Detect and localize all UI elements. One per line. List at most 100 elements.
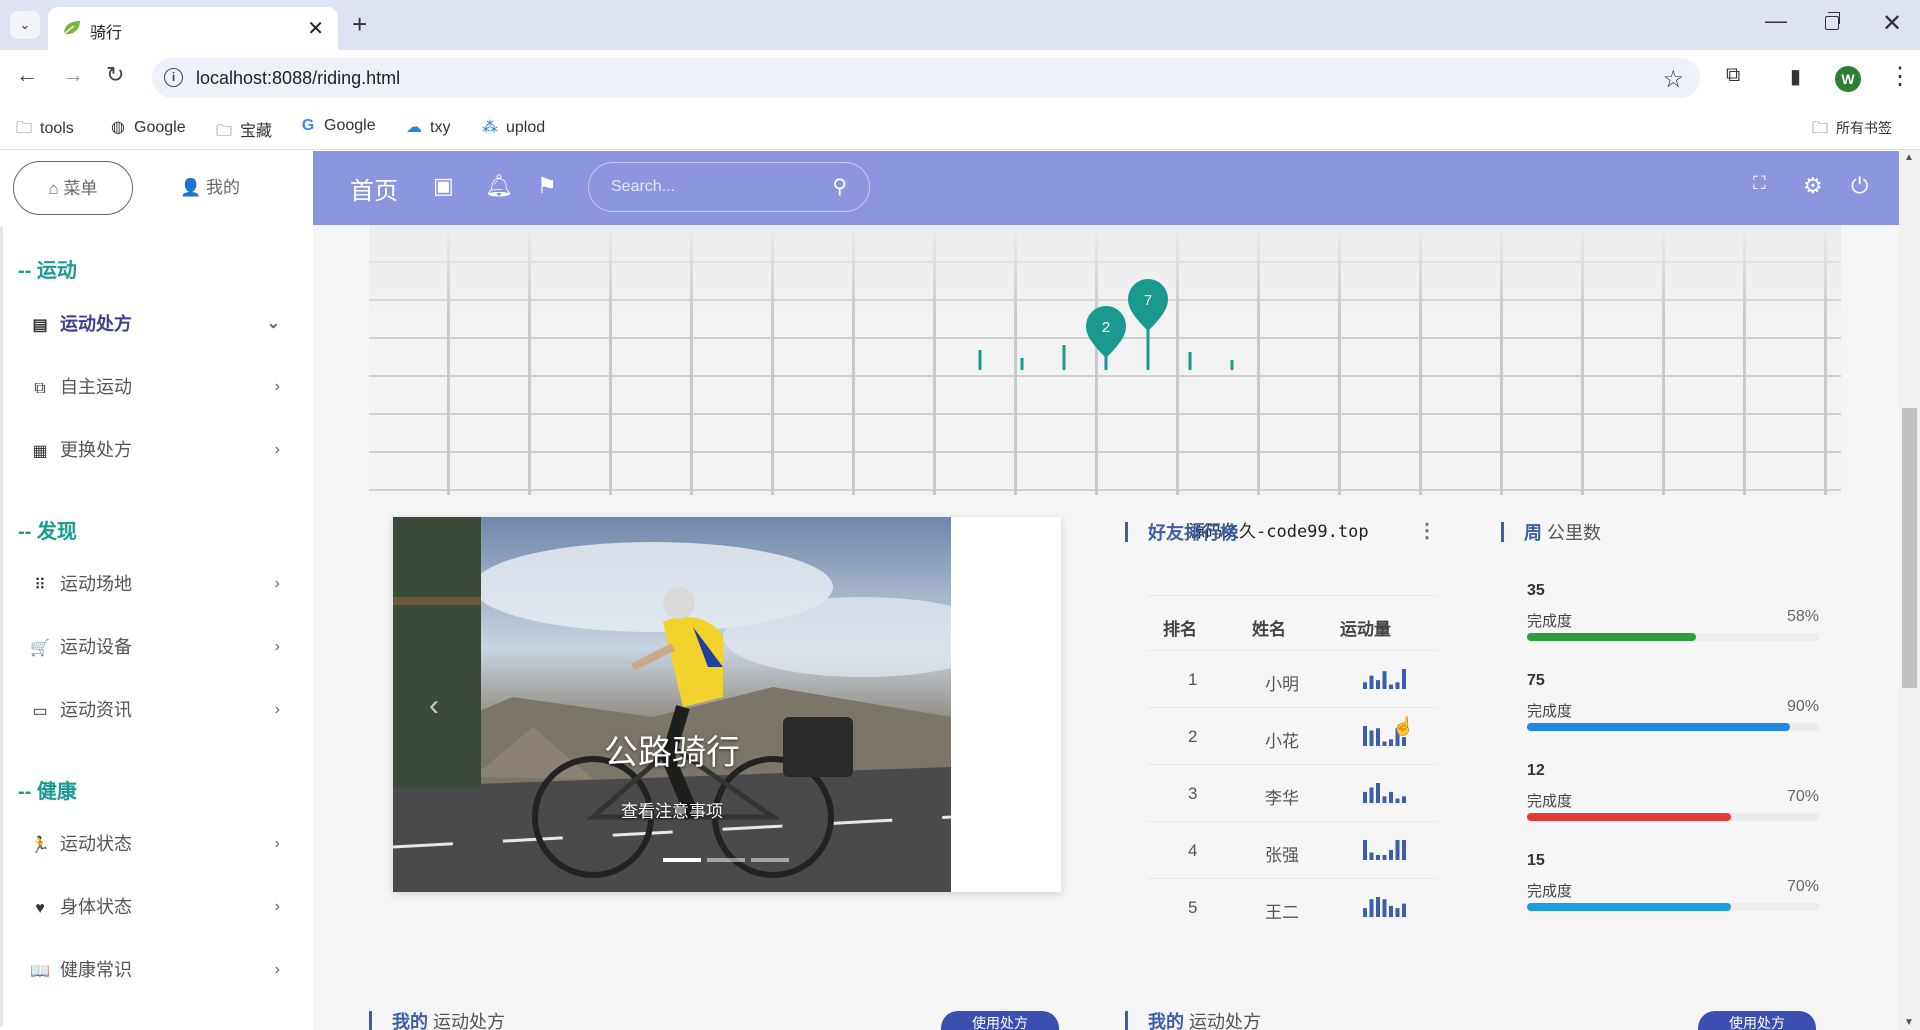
sidebar-section-sport: -- 运动 <box>18 260 77 282</box>
cart-icon: 🛒 <box>30 640 50 657</box>
page-scrollbar[interactable]: ▲ ▼ <box>1899 150 1920 1030</box>
sidebar-item-label: 运动设备 <box>60 637 132 657</box>
google-icon: G <box>301 117 315 134</box>
carousel-indicator-3[interactable] <box>751 858 789 862</box>
window-close-icon[interactable]: ✕ <box>1882 9 1902 38</box>
my-prescription-title-right: 我的 运动处方 <box>1125 1008 1261 1030</box>
url-text[interactable]: localhost:8088/riding.html <box>196 68 400 89</box>
sidebar-tab-menu[interactable]: ⌂ 菜单 <box>13 161 133 215</box>
sidebar-item-label: 身体状态 <box>60 897 132 917</box>
progress-fill <box>1527 633 1697 641</box>
tab-close-icon[interactable]: ✕ <box>307 16 324 41</box>
table-row: 4 张强 <box>1148 821 1438 878</box>
sidebar-item-label: 运动场地 <box>60 574 132 594</box>
progress-track <box>1527 903 1819 911</box>
rank-value: 4 <box>1188 841 1198 860</box>
fullscreen-icon[interactable]: ⛶ <box>1753 173 1766 194</box>
rank-value: 3 <box>1188 784 1198 803</box>
bookmark-tools[interactable]: 🗀 tools <box>14 117 74 144</box>
sidebar-item-self-exercise[interactable]: ⧉ 自主运动 › <box>30 367 280 407</box>
sidebar-item-venues[interactable]: ⠿ 运动场地 › <box>30 564 280 604</box>
search-box[interactable]: Search... ⚲ <box>588 162 870 212</box>
sidebar-item-sport-status[interactable]: 🏃 运动状态 › <box>30 824 280 864</box>
sparkline-bar <box>1402 840 1406 860</box>
more-options-icon[interactable]: ⋮ <box>1417 518 1437 543</box>
bookmark-uplod[interactable]: ⁂ uplod <box>480 117 545 137</box>
sparkline-bar <box>1389 905 1393 917</box>
power-icon[interactable]: ⏻ <box>1851 173 1868 199</box>
sidebar-item-change-prescription[interactable]: ▦ 更换处方 › <box>30 430 280 470</box>
use-prescription-button[interactable]: 使用处方 <box>1698 1011 1816 1030</box>
all-bookmarks[interactable]: 🗀 所有书签 <box>1810 117 1892 144</box>
weekly-card-title: 周 公里数 <box>1501 519 1601 545</box>
weekly-stat: 15 完成度 70% <box>1527 852 1819 911</box>
weekly-title-rest: 公里数 <box>1547 523 1602 543</box>
forward-icon[interactable]: → <box>62 62 84 88</box>
browser-tab[interactable]: 骑行 ✕ <box>48 7 338 50</box>
layout-icon[interactable]: ▣ <box>433 173 454 199</box>
marker-label: 7 <box>1144 292 1152 309</box>
sparkline-bar <box>1402 669 1406 689</box>
sidebar-item-news[interactable]: ▭ 运动资讯 › <box>30 690 280 730</box>
sidebar-item-equipment[interactable]: 🛒 运动设备 › <box>30 627 280 667</box>
browser-menu-icon[interactable]: ⋮ <box>1888 62 1912 91</box>
home-link[interactable]: 首页 <box>350 171 398 206</box>
bookmark-google[interactable]: ◍ Google <box>108 117 186 137</box>
stat-percent: 70% <box>1786 878 1819 895</box>
map-marker-2[interactable]: 2 <box>1086 306 1126 358</box>
sidebar-rail <box>0 226 3 1026</box>
progress-track <box>1527 723 1819 731</box>
progress-fill <box>1527 813 1732 821</box>
sidebar-item-prescription[interactable]: ▤ 运动处方 ⌄ <box>30 304 280 344</box>
sparkline-bar <box>1382 741 1387 746</box>
stat-value: 15 <box>1527 852 1545 869</box>
ranking-title: 好友排行榜 <box>1148 523 1238 543</box>
browser-toolbar: ← → ↻ i localhost:8088/riding.html ☆ ⧉ ▮ <box>0 50 1920 106</box>
section-title-strong: 我的 <box>392 1012 428 1030</box>
page-viewport: ⌂ 菜单 👤 我的 -- 运动 ▤ 运动处方 ⌄ ⧉ 自主运动 › ▦ 更换处方 › -- … <box>0 150 1920 1030</box>
carousel-slide[interactable]: 公路骑行 查看注意事项 ‹ <box>393 517 951 892</box>
carousel-prev-icon[interactable]: ‹ <box>429 689 439 723</box>
scrollbar-thumb[interactable] <box>1902 408 1917 688</box>
sidebar-item-health-knowledge[interactable]: 📖 健康常识 › <box>30 950 280 990</box>
sparkline <box>1363 783 1406 803</box>
carousel-indicator-1[interactable] <box>663 858 701 862</box>
use-prescription-button[interactable]: 使用处方 <box>941 1011 1059 1030</box>
bell-icon[interactable]: 🔔︎ <box>485 173 513 199</box>
progress-track <box>1527 813 1819 821</box>
bookmark-google-2[interactable]: G Google <box>298 117 376 135</box>
scroll-down-icon[interactable]: ▼ <box>1904 1017 1914 1028</box>
tab-list-button[interactable]: ⌄ <box>10 11 40 39</box>
chevron-right-icon: › <box>274 575 280 592</box>
sidebar-item-body-status[interactable]: ♥ 身体状态 › <box>30 887 280 927</box>
minimize-icon[interactable]: — <box>1765 8 1787 34</box>
profile-avatar[interactable]: W <box>1835 66 1861 92</box>
rank-value: 1 <box>1188 670 1198 689</box>
cluster-icon: ⁂ <box>482 119 498 136</box>
search-input[interactable]: Search... <box>611 178 675 196</box>
site-info-icon[interactable]: i <box>164 68 183 87</box>
search-icon[interactable]: ⚲ <box>832 174 847 199</box>
carousel-indicator-2[interactable] <box>707 858 745 862</box>
extensions-icon[interactable]: ⧉ <box>1726 64 1740 87</box>
gear-icon[interactable]: ⚙ <box>1803 173 1823 199</box>
sidepanel-icon[interactable]: ▮ <box>1790 64 1801 89</box>
restore-icon[interactable] <box>1825 12 1840 30</box>
bookmark-baozang[interactable]: 🗀 宝藏 <box>214 117 272 147</box>
map-marker-7[interactable]: 7 <box>1128 279 1168 331</box>
new-tab-button[interactable]: + <box>352 9 367 40</box>
reload-icon[interactable]: ↻ <box>106 62 124 88</box>
sparkline-bar <box>1376 855 1380 860</box>
scroll-up-icon[interactable]: ▲ <box>1904 152 1914 163</box>
title-accent-bar <box>1125 1011 1128 1030</box>
carousel-details-link[interactable]: 查看注意事项 <box>393 797 951 822</box>
bookmark-txy[interactable]: ☁ txy <box>404 117 450 137</box>
bookmark-star-icon[interactable]: ☆ <box>1662 65 1684 94</box>
sidebar-item-label: 运动资讯 <box>60 700 132 720</box>
back-icon[interactable]: ← <box>16 62 38 88</box>
sparkline-bar <box>1363 840 1367 860</box>
sparkline-bar <box>1389 684 1393 689</box>
flag-icon[interactable]: ⚑ <box>537 173 557 199</box>
address-bar[interactable]: i localhost:8088/riding.html ☆ <box>152 58 1700 98</box>
sidebar-tab-mine[interactable]: 👤 我的 <box>160 161 260 215</box>
